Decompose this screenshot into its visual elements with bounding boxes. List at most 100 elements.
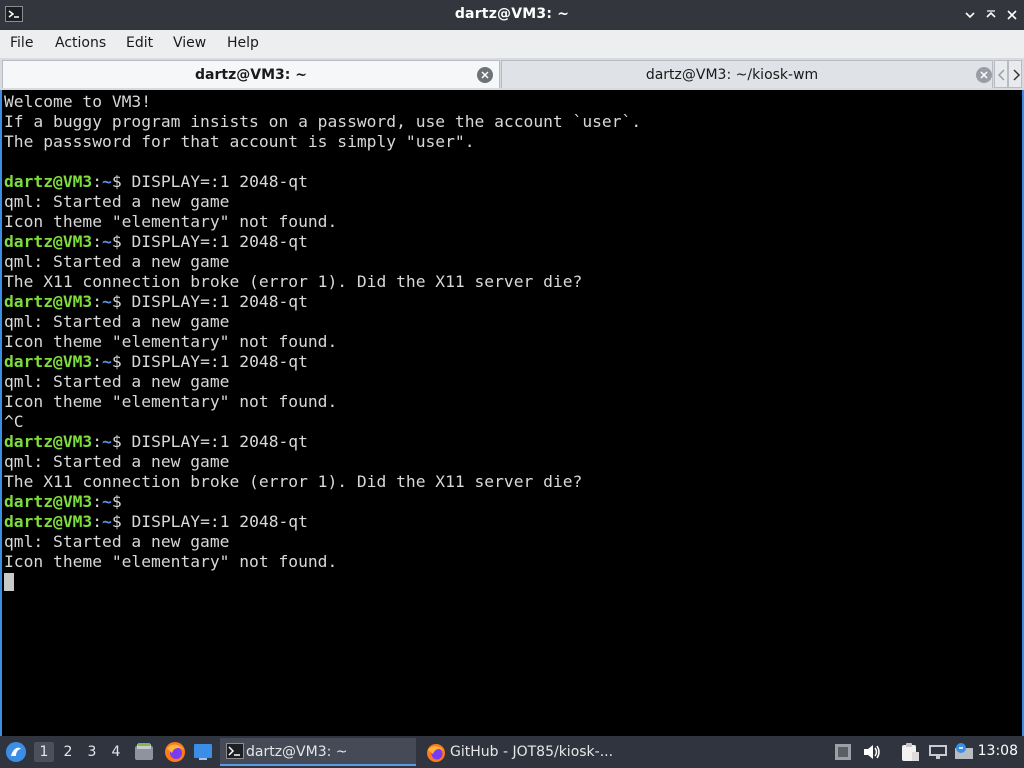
prompt-symbol: $ <box>111 492 122 511</box>
prompt-user: dartz@VM3 <box>4 292 93 311</box>
tab-home[interactable]: dartz@VM3: ~ <box>2 60 500 88</box>
prompt-path: ~ <box>102 492 112 511</box>
prompt-user: dartz@VM3 <box>4 492 93 511</box>
task-terminal[interactable]: dartz@VM3: ~ <box>220 738 416 766</box>
tray-network[interactable] <box>928 743 948 765</box>
menu-view[interactable]: View <box>173 35 206 51</box>
clock[interactable]: 13:08 <box>978 743 1018 759</box>
prompt-command: DISPLAY=:1 2048-qt <box>121 232 308 251</box>
terminal-view[interactable]: Welcome to VM3! If a buggy program insist… <box>0 90 1024 736</box>
prompt-symbol: $ <box>111 352 122 371</box>
prompt-symbol: $ <box>111 232 122 251</box>
terminal-output-line: qml: Started a new game <box>4 372 230 391</box>
terminal-prompt-line: dartz@VM3:~$ DISPLAY=:1 2048-qt <box>4 292 308 311</box>
tab-kiosk-wm[interactable]: dartz@VM3: ~/kiosk-wm <box>501 60 993 88</box>
task-label: dartz@VM3: ~ <box>246 744 348 760</box>
terminal-output-line: Icon theme "elementary" not found. <box>4 552 338 571</box>
terminal-prompt-line: dartz@VM3:~$ DISPLAY=:1 2048-qt <box>4 172 308 191</box>
maximize-icon <box>986 10 996 18</box>
volume-icon <box>864 745 880 759</box>
prompt-user: dartz@VM3 <box>4 512 93 531</box>
update-icon <box>955 743 973 759</box>
terminal-output-line: qml: Started a new game <box>4 192 230 211</box>
prompt-path: ~ <box>102 232 112 251</box>
terminal-output-line: The passsword for that account is simply… <box>4 132 475 151</box>
workspace-2[interactable]: 2 <box>58 742 78 762</box>
show-desktop-button[interactable] <box>193 743 213 765</box>
tab-scroll-right-button[interactable] <box>1008 60 1022 88</box>
prompt-path: ~ <box>102 172 112 191</box>
prompt-path: ~ <box>102 512 112 531</box>
terminal-output-line: qml: Started a new game <box>4 532 230 551</box>
start-menu-button[interactable] <box>5 741 27 767</box>
distro-logo-icon <box>6 742 26 762</box>
file-manager-launcher[interactable] <box>134 742 154 766</box>
tray-updates[interactable] <box>954 742 974 766</box>
prompt-command: DISPLAY=:1 2048-qt <box>121 432 308 451</box>
prompt-symbol: $ <box>111 292 122 311</box>
terminal-prompt-line: dartz@VM3:~$ <box>4 492 122 511</box>
firefox-icon <box>165 742 185 762</box>
menu-file[interactable]: File <box>10 35 33 51</box>
task-label: GitHub - JOT85/kiosk-... <box>450 744 614 760</box>
image-viewer-icon <box>835 744 851 760</box>
file-manager-icon <box>135 743 153 760</box>
workspace-3[interactable]: 3 <box>82 742 102 762</box>
firefox-icon <box>426 743 446 767</box>
close-button[interactable] <box>1004 7 1020 23</box>
prompt-symbol: $ <box>111 172 122 191</box>
terminal-output-line: Welcome to VM3! <box>4 92 152 111</box>
chevron-left-icon <box>997 69 1005 81</box>
taskbar: 1 2 3 4 dartz@VM3: ~ GitHub - JOT85/kios… <box>0 736 1024 768</box>
chevron-right-icon <box>1013 69 1021 81</box>
terminal-output-line: ^C <box>4 412 24 431</box>
menu-bar: File Actions Edit View Help <box>0 30 1024 58</box>
minimize-icon <box>965 12 975 19</box>
terminal-output-line: If a buggy program insists on a password… <box>4 112 642 131</box>
terminal-prompt-line: dartz@VM3:~$ DISPLAY=:1 2048-qt <box>4 232 308 251</box>
prompt-path: ~ <box>102 292 112 311</box>
prompt-symbol: $ <box>111 432 122 451</box>
prompt-user: dartz@VM3 <box>4 232 93 251</box>
maximize-button[interactable] <box>983 7 999 23</box>
tab-close-icon[interactable] <box>976 67 992 83</box>
menu-actions[interactable]: Actions <box>55 35 106 51</box>
tab-bar: dartz@VM3: ~ dartz@VM3: ~/kiosk-wm <box>0 58 1024 90</box>
terminal-cursor-line <box>4 572 641 592</box>
menu-edit[interactable]: Edit <box>126 35 153 51</box>
tab-label: dartz@VM3: ~ <box>195 67 307 83</box>
clipboard-icon <box>902 743 919 761</box>
prompt-user: dartz@VM3 <box>4 352 93 371</box>
terminal-prompt-line: dartz@VM3:~$ DISPLAY=:1 2048-qt <box>4 512 308 531</box>
terminal-output-line: qml: Started a new game <box>4 452 230 471</box>
terminal-icon <box>226 743 244 763</box>
terminal-prompt-line: dartz@VM3:~$ DISPLAY=:1 2048-qt <box>4 352 308 371</box>
tray-volume[interactable] <box>862 743 882 765</box>
terminal-output-line: qml: Started a new game <box>4 252 230 271</box>
window-titlebar[interactable]: dartz@VM3: ~ <box>0 0 1024 30</box>
firefox-launcher[interactable] <box>164 741 186 767</box>
workspace-4[interactable]: 4 <box>106 742 126 762</box>
tray-clipboard[interactable] <box>834 743 852 765</box>
minimize-button[interactable] <box>962 7 978 23</box>
workspace-1[interactable]: 1 <box>34 742 54 762</box>
prompt-user: dartz@VM3 <box>4 432 93 451</box>
prompt-user: dartz@VM3 <box>4 172 93 191</box>
tab-close-icon[interactable] <box>477 67 493 83</box>
prompt-path: ~ <box>102 432 112 451</box>
terminal-output-line: Icon theme "elementary" not found. <box>4 212 338 231</box>
tab-label: dartz@VM3: ~/kiosk-wm <box>645 67 819 83</box>
terminal-output-line: The X11 connection broke (error 1). Did … <box>4 272 583 291</box>
terminal-output-line: The X11 connection broke (error 1). Did … <box>4 472 583 491</box>
task-firefox[interactable]: GitHub - JOT85/kiosk-... <box>420 738 630 766</box>
menu-help[interactable]: Help <box>227 35 259 51</box>
prompt-path: ~ <box>102 352 112 371</box>
terminal-output-line: Icon theme "elementary" not found. <box>4 392 338 411</box>
tray-clipboard-manager[interactable] <box>900 742 920 766</box>
terminal-output: Welcome to VM3! If a buggy program insist… <box>4 92 641 592</box>
terminal-prompt-line: dartz@VM3:~$ DISPLAY=:1 2048-qt <box>4 432 308 451</box>
terminal-output-line: qml: Started a new game <box>4 312 230 331</box>
tab-scroll-left-button[interactable] <box>994 60 1008 88</box>
prompt-symbol: $ <box>111 512 122 531</box>
